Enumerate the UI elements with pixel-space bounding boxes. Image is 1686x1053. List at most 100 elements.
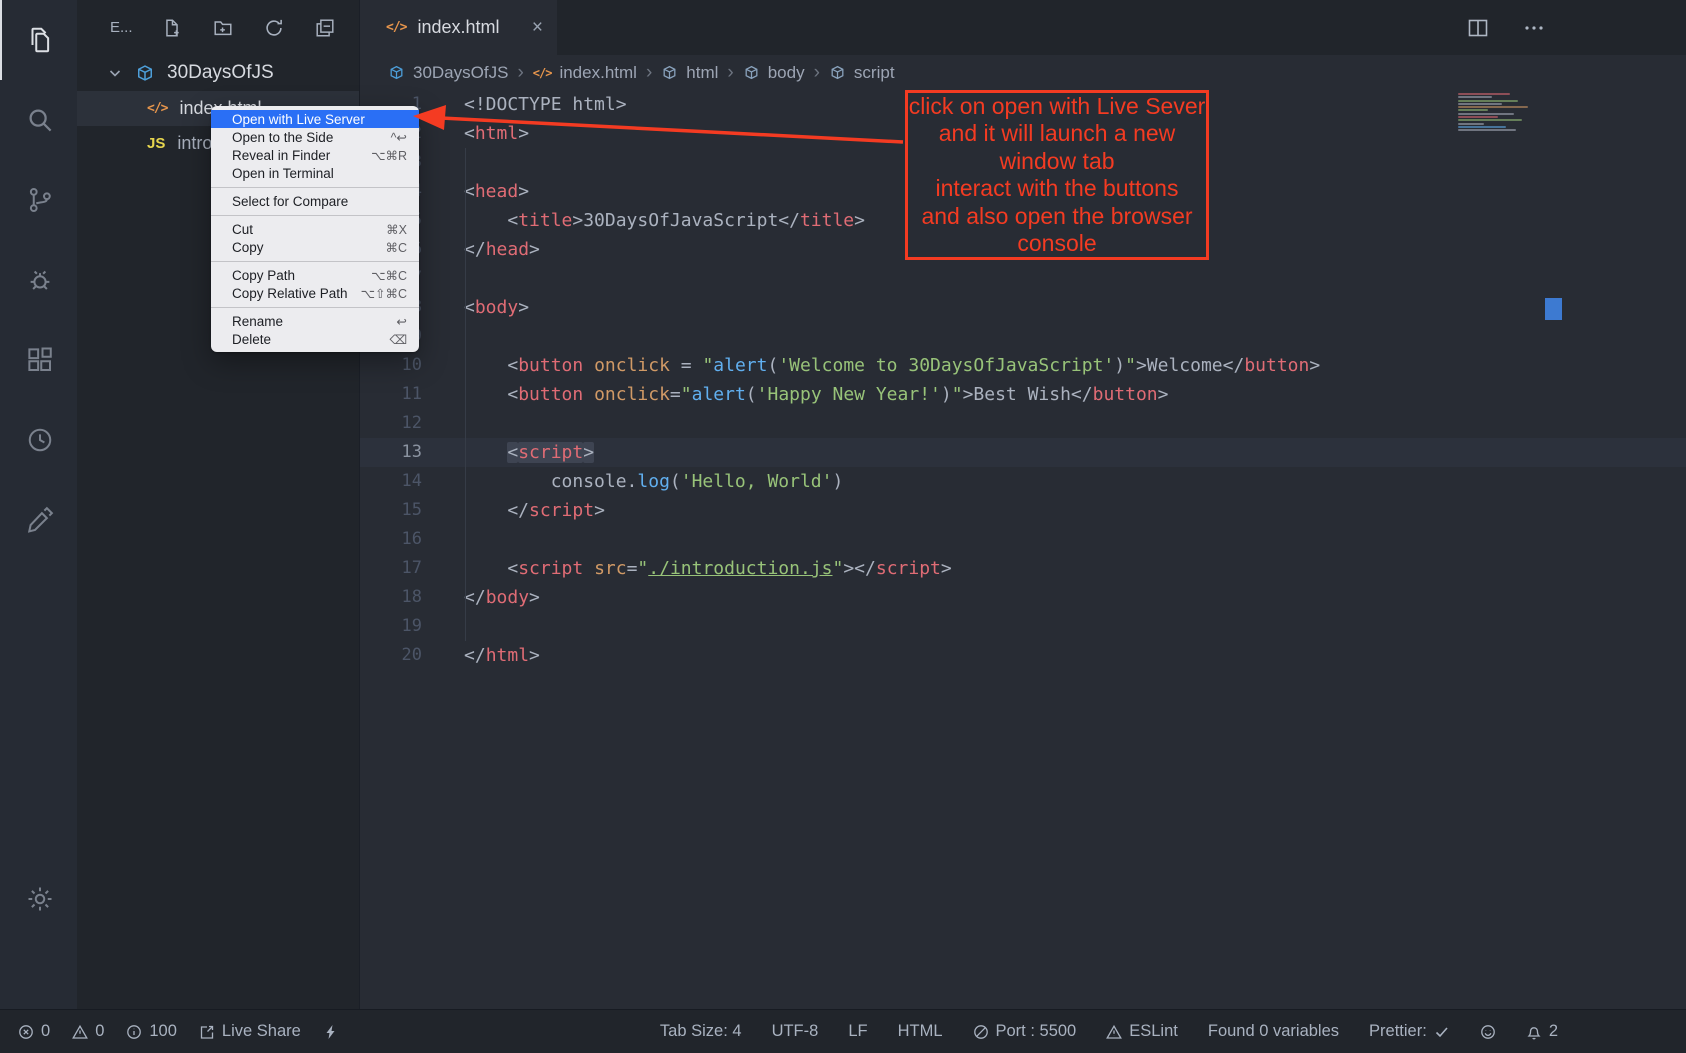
code-line-15[interactable]: 15 </script>	[360, 496, 1686, 525]
status-left: 0 0 100 Live Share	[18, 1022, 339, 1041]
extensions-icon[interactable]	[0, 320, 77, 400]
menu-item-label: Copy Relative Path	[232, 286, 348, 301]
code-line-8[interactable]: 8<body>	[360, 293, 1686, 322]
breadcrumb-30daysofjs[interactable]: 30DaysOfJS	[388, 63, 508, 83]
menu-item-reveal-in-finder[interactable]: Reveal in Finder⌥⌘R	[211, 146, 419, 164]
code-line-17[interactable]: 17 <script src="./introduction.js"></scr…	[360, 554, 1686, 583]
menu-item-open-in-terminal[interactable]: Open in Terminal	[211, 164, 419, 182]
code-line-13[interactable]: 13 <script>	[360, 438, 1686, 467]
code-line-19[interactable]: 19	[360, 612, 1686, 641]
code-line-7[interactable]: 7	[360, 264, 1686, 293]
line-content	[422, 612, 464, 641]
menu-item-label: Open to the Side	[232, 130, 333, 145]
tab-index-html[interactable]: </> index.html ×	[360, 0, 557, 55]
collapse-all-icon[interactable]	[314, 17, 336, 39]
annotation-box: click on open with Live Severand it will…	[905, 90, 1209, 260]
status-label: Port : 5500	[996, 1022, 1077, 1041]
status-label: 0	[41, 1022, 50, 1041]
status-live-share[interactable]: Live Share	[199, 1022, 301, 1041]
minimap[interactable]	[1458, 93, 1546, 135]
line-content: <head>	[422, 177, 529, 206]
status-0[interactable]: 0	[72, 1022, 104, 1041]
context-menu: Open with Live ServerOpen to the Side^↩R…	[211, 106, 419, 352]
line-number: 12	[360, 409, 422, 438]
pencil-icon[interactable]	[0, 480, 77, 560]
annotation-line: interact with the buttons	[936, 175, 1179, 203]
root-folder-label: 30DaysOfJS	[167, 62, 274, 84]
menu-item-copy[interactable]: Copy⌘C	[211, 238, 419, 256]
breadcrumb-body[interactable]: body	[743, 63, 805, 83]
menu-item-copy-relative-path[interactable]: Copy Relative Path⌥⇧⌘C	[211, 284, 419, 302]
bolt-icon	[323, 1024, 339, 1040]
run-and-debug-icon[interactable]	[0, 240, 77, 320]
tree-root-30DaysOfJS[interactable]: 30DaysOfJS	[77, 55, 359, 91]
code-line-9[interactable]: 9	[360, 322, 1686, 351]
status-label: 100	[149, 1022, 177, 1041]
code-line-10[interactable]: 10 <button onclick = "alert('Welcome to …	[360, 351, 1686, 380]
status-html[interactable]: HTML	[898, 1022, 943, 1041]
status-utf-8[interactable]: UTF-8	[772, 1022, 819, 1041]
menu-item-shortcut: ⌥⌘C	[371, 268, 407, 283]
status-tab-size-4[interactable]: Tab Size: 4	[660, 1022, 742, 1041]
line-content: <html>	[422, 119, 529, 148]
source-control-icon[interactable]	[0, 160, 77, 240]
breadcrumb-html[interactable]: html	[661, 63, 718, 83]
line-content: <body>	[422, 293, 529, 322]
status-100[interactable]: 100	[126, 1022, 177, 1041]
menu-item-cut[interactable]: Cut⌘X	[211, 220, 419, 238]
search-icon[interactable]	[0, 80, 77, 160]
status-bar: 0 0 100 Live Share Tab Size: 4 UTF-8 LF HTML Po…	[0, 1009, 1686, 1053]
menu-item-open-with-live-server[interactable]: Open with Live Server	[211, 110, 419, 128]
code-line-18[interactable]: 18</body>	[360, 583, 1686, 612]
menu-item-copy-path[interactable]: Copy Path⌥⌘C	[211, 266, 419, 284]
line-content: <script>	[422, 438, 594, 467]
explorer-icon[interactable]	[0, 0, 77, 80]
status-label: Live Share	[222, 1022, 301, 1041]
explorer-title: E...	[110, 19, 133, 36]
menu-item-delete[interactable]: Delete⌫	[211, 330, 419, 348]
line-content: <button onclick = "alert('Welcome to 30D…	[422, 351, 1320, 380]
code-line-16[interactable]: 16	[360, 525, 1686, 554]
line-content	[422, 409, 464, 438]
code-line-20[interactable]: 20</html>	[360, 641, 1686, 670]
clock-icon[interactable]	[0, 400, 77, 480]
menu-item-rename[interactable]: Rename↩	[211, 312, 419, 330]
status-bolt[interactable]	[323, 1024, 339, 1040]
code-line-12[interactable]: 12	[360, 409, 1686, 438]
new-file-icon[interactable]	[161, 17, 183, 39]
status-smiley[interactable]	[1480, 1024, 1496, 1040]
chevron-down-icon	[107, 65, 123, 81]
menu-item-open-to-the-side[interactable]: Open to the Side^↩	[211, 128, 419, 146]
close-tab-icon[interactable]: ×	[532, 17, 543, 39]
new-folder-icon[interactable]	[212, 17, 234, 39]
code-line-11[interactable]: 11 <button onclick="alert('Happy New Yea…	[360, 380, 1686, 409]
refresh-icon[interactable]	[263, 17, 285, 39]
more-actions-icon[interactable]	[1522, 16, 1546, 40]
chevron-right-icon: ›	[646, 62, 652, 84]
line-content	[422, 148, 464, 177]
folder-icon	[388, 64, 405, 81]
breadcrumb-label: script	[854, 63, 895, 83]
menu-item-shortcut: ⌫	[389, 332, 407, 347]
menu-separator	[211, 307, 419, 308]
settings-icon[interactable]	[0, 859, 77, 939]
annotation-line: and it will launch a new	[939, 120, 1176, 148]
menu-item-select-for-compare[interactable]: Select for Compare	[211, 192, 419, 210]
line-content	[422, 525, 464, 554]
status-found-0-variables[interactable]: Found 0 variables	[1208, 1022, 1339, 1041]
split-editor-icon[interactable]	[1466, 16, 1490, 40]
breadcrumb-index-html[interactable]: </>index.html	[533, 63, 637, 83]
menu-item-label: Select for Compare	[232, 194, 348, 209]
status-0[interactable]: 0	[18, 1022, 50, 1041]
status-2[interactable]: 2	[1526, 1022, 1558, 1041]
indent-guide	[465, 148, 466, 641]
code-line-14[interactable]: 14 console.log('Hello, World')	[360, 467, 1686, 496]
status-label: Tab Size: 4	[660, 1022, 742, 1041]
status-eslint[interactable]: ESLint	[1106, 1022, 1178, 1041]
status-lf[interactable]: LF	[848, 1022, 867, 1041]
breadcrumb-script[interactable]: script	[829, 63, 895, 83]
status-label: 0	[95, 1022, 104, 1041]
status-port-5500[interactable]: Port : 5500	[973, 1022, 1077, 1041]
status-prettier[interactable]: Prettier:	[1369, 1022, 1450, 1041]
line-content: <script src="./introduction.js"></script…	[422, 554, 952, 583]
